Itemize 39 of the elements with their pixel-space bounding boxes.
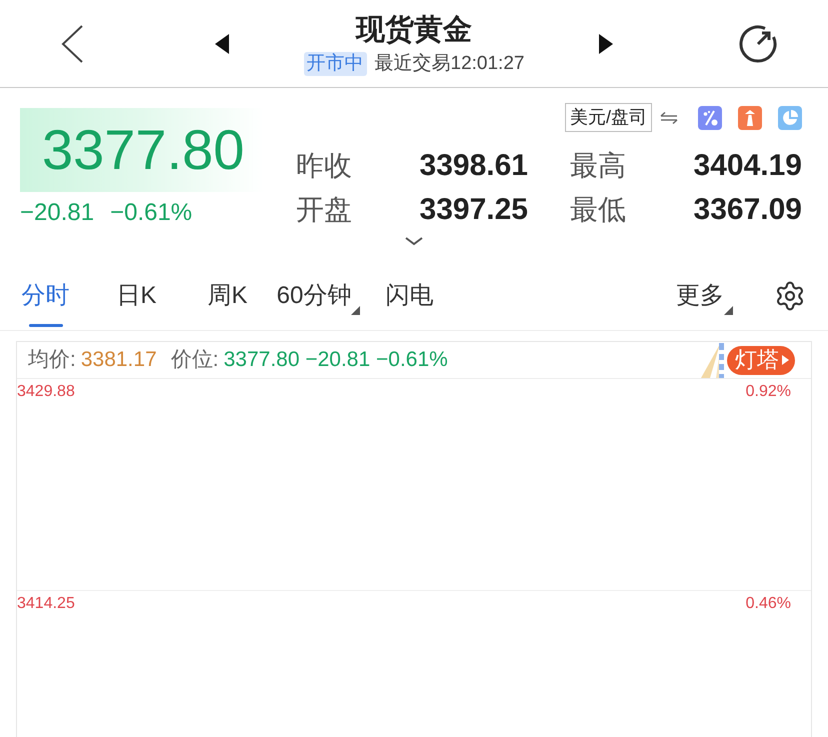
stat-value: 3398.61 <box>420 150 528 182</box>
price-change-percent: −0.61% <box>110 200 192 226</box>
unit-label[interactable]: 美元/盘司 <box>564 103 652 132</box>
percent-axis-label: 0.46% <box>746 595 791 613</box>
next-triangle-icon[interactable] <box>599 34 613 54</box>
price-level-label: 价位: <box>170 348 219 372</box>
swap-icon[interactable] <box>660 112 678 124</box>
current-price: 3377.80 <box>42 120 244 180</box>
percent-axis-label: 0.92% <box>746 383 791 401</box>
previous-triangle-icon[interactable] <box>215 34 229 54</box>
more-button[interactable]: 更多 <box>676 262 733 330</box>
average-price-value: 3381.17 <box>80 348 157 372</box>
average-price-label: 均价: <box>28 348 76 372</box>
chart-tab[interactable]: 60分钟 <box>276 262 360 330</box>
chart-tab[interactable]: 日K <box>116 262 156 330</box>
market-status-badge: 开市中 <box>304 52 367 76</box>
settings-icon[interactable] <box>774 280 806 312</box>
percent-icon[interactable] <box>698 106 722 130</box>
chart-tab[interactable]: 周K <box>207 262 248 330</box>
stat-label: 最高 <box>570 150 626 182</box>
play-triangle-icon <box>782 355 789 365</box>
stat-label: 开盘 <box>296 194 352 226</box>
back-icon[interactable] <box>60 24 84 62</box>
lighthouse-icon[interactable] <box>738 106 762 130</box>
price-axis-label: 3414.25 <box>17 595 75 613</box>
stat-label: 昨收 <box>296 150 352 182</box>
page-title: 现货黄金 <box>356 12 472 48</box>
lighthouse-beam-icon <box>701 342 727 378</box>
stat-value: 3404.19 <box>694 150 802 182</box>
price-axis-label: 3429.88 <box>17 383 75 401</box>
stat-value: 3367.09 <box>694 194 802 226</box>
chart-tab[interactable]: 分时 <box>22 262 70 330</box>
last-trade-time: 最近交易12:01:27 <box>374 52 524 76</box>
price-change: −20.81 <box>20 200 94 226</box>
stat-label: 最低 <box>570 194 626 226</box>
chart-tab[interactable]: 闪电 <box>386 262 434 330</box>
price-level-value: 3377.80 −20.81 −0.61% <box>224 348 448 372</box>
chevron-down-icon[interactable] <box>405 237 423 246</box>
stat-value: 3397.25 <box>420 194 528 226</box>
